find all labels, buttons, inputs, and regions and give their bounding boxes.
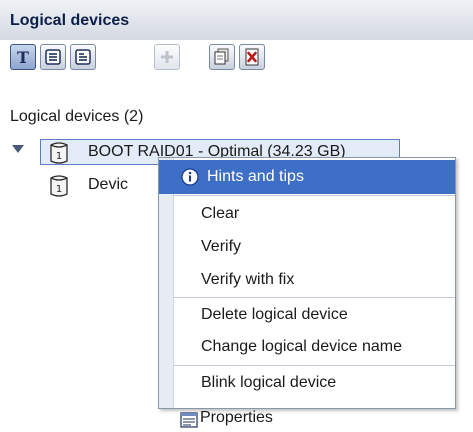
menu-item-label: Delete logical device (201, 306, 348, 323)
copy-device-button[interactable] (209, 44, 235, 70)
menu-item-label: Verify (201, 238, 242, 255)
menu-item-change-logical-device-name[interactable]: Change logical device name (159, 330, 455, 364)
detail-icon (75, 49, 91, 65)
logical-drive-icon: 1 (49, 141, 69, 165)
copy-icon (214, 48, 229, 65)
menu-item-label: Verify with fix (201, 271, 295, 288)
panel-header: Logical devices (0, 0, 473, 41)
menu-item-properties[interactable]: Properties (158, 409, 454, 432)
svg-text:1: 1 (56, 184, 62, 195)
list-view-button[interactable] (40, 44, 66, 70)
menu-item-clear[interactable]: Clear (159, 197, 455, 231)
menu-separator (173, 195, 455, 196)
menu-item-verify-with-fix[interactable]: Verify with fix (159, 263, 455, 297)
properties-icon (180, 412, 198, 428)
menu-item-label: Change logical device name (201, 338, 403, 355)
svg-text:1: 1 (56, 151, 62, 162)
info-icon (181, 168, 199, 186)
delete-icon (245, 48, 259, 66)
menu-item-label: Hints and tips (207, 168, 304, 185)
context-menu: Hints and tips Clear Verify Verify with … (158, 157, 456, 409)
menu-item-verify[interactable]: Verify (159, 230, 455, 264)
add-device-button[interactable] (154, 44, 180, 70)
panel-title: Logical devices (10, 12, 130, 29)
menu-item-delete-logical-device[interactable]: Delete logical device (159, 298, 455, 332)
list-icon (45, 49, 61, 65)
menu-item-blink-logical-device[interactable]: Blink logical device (159, 366, 455, 400)
text-view-button[interactable]: T (10, 44, 36, 70)
delete-device-button[interactable] (239, 44, 265, 70)
detail-view-button[interactable] (70, 44, 96, 70)
menu-item-hints-and-tips[interactable]: Hints and tips (159, 160, 455, 194)
tree-item-label[interactable]: Devic (88, 176, 128, 194)
menu-item-label: Clear (201, 205, 240, 222)
tree-title: Logical devices (2) (10, 108, 144, 125)
plus-icon (161, 51, 173, 63)
logical-drive-icon: 1 (49, 174, 69, 198)
text-icon: T (17, 47, 29, 67)
menu-item-label: Properties (200, 409, 273, 426)
collapse-triangle-icon[interactable] (12, 145, 24, 153)
toolbar: T (0, 40, 473, 78)
menu-item-label: Blink logical device (201, 374, 337, 391)
